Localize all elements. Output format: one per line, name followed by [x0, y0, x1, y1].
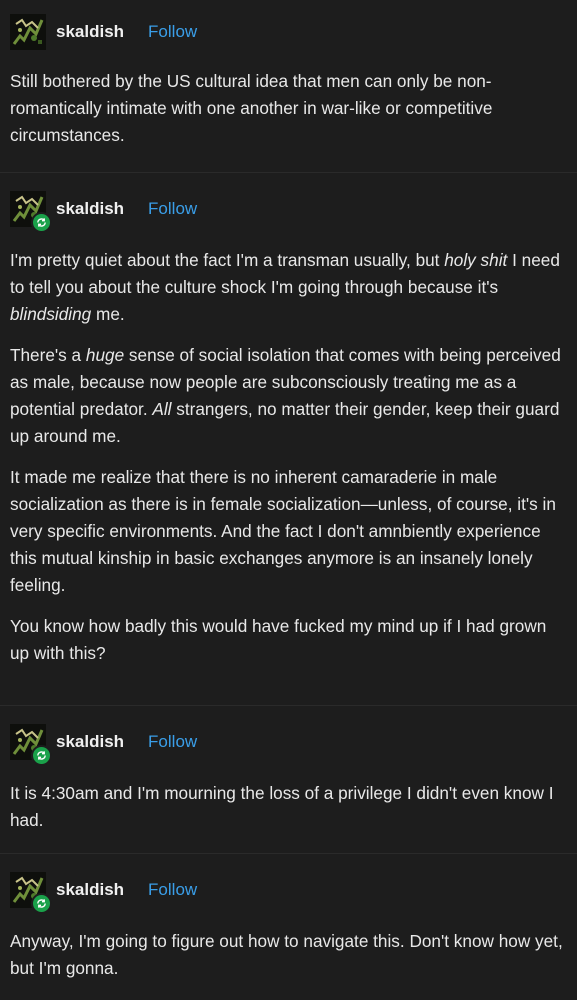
italic-text: All [152, 399, 172, 419]
avatar[interactable] [10, 14, 46, 50]
post: skaldish Follow It is 4:30am and I'm mou… [0, 706, 577, 854]
text-span: Still bothered by the US cultural idea t… [10, 71, 493, 145]
italic-text: holy shit [444, 250, 508, 270]
text-span: Anyway, I'm going to figure out how to n… [10, 931, 563, 978]
post-paragraph: It made me realize that there is no inhe… [10, 464, 563, 599]
reblog-icon [31, 745, 52, 766]
post: skaldish Follow Still bothered by the US… [0, 0, 577, 173]
post-paragraph: It is 4:30am and I'm mourning the loss o… [10, 780, 563, 834]
text-span: It is 4:30am and I'm mourning the loss o… [10, 783, 554, 830]
username[interactable]: skaldish [56, 880, 124, 900]
avatar-image [10, 14, 46, 50]
post-paragraph: You know how badly this would have fucke… [10, 613, 563, 667]
reblog-icon [31, 893, 52, 914]
text-span: I'm pretty quiet about the fact I'm a tr… [10, 250, 445, 270]
avatar[interactable] [10, 872, 52, 914]
post-paragraph: There's a huge sense of social isolation… [10, 342, 563, 450]
post-header: skaldish Follow [10, 173, 563, 245]
post-body: It is 4:30am and I'm mourning the loss o… [10, 778, 563, 834]
username[interactable]: skaldish [56, 22, 124, 42]
text-span: me. [91, 304, 125, 324]
reblog-icon [31, 212, 52, 233]
avatar[interactable] [10, 724, 52, 766]
follow-button[interactable]: Follow [148, 732, 197, 752]
post-body: Still bothered by the US cultural idea t… [10, 64, 563, 149]
post-paragraph: Still bothered by the US cultural idea t… [10, 68, 563, 149]
text-span: You know how badly this would have fucke… [10, 616, 547, 663]
post-feed: skaldish Follow Still bothered by the US… [0, 0, 577, 999]
avatar[interactable] [10, 191, 52, 233]
post-body: Anyway, I'm going to figure out how to n… [10, 926, 563, 982]
post-paragraph: Anyway, I'm going to figure out how to n… [10, 928, 563, 982]
italic-text: huge [85, 345, 125, 365]
italic-text: blindsiding [10, 304, 92, 324]
follow-button[interactable]: Follow [148, 22, 197, 42]
post-header: skaldish Follow [10, 706, 563, 778]
post-paragraph: I'm pretty quiet about the fact I'm a tr… [10, 247, 563, 328]
post: skaldish Follow Anyway, I'm going to fig… [0, 854, 577, 999]
post-header: skaldish Follow [10, 854, 563, 926]
follow-button[interactable]: Follow [148, 199, 197, 219]
post-header: skaldish Follow [10, 0, 563, 64]
username[interactable]: skaldish [56, 199, 124, 219]
follow-button[interactable]: Follow [148, 880, 197, 900]
username[interactable]: skaldish [56, 732, 124, 752]
text-span: There's a [10, 345, 86, 365]
post: skaldish Follow I'm pretty quiet about t… [0, 173, 577, 706]
post-body: I'm pretty quiet about the fact I'm a tr… [10, 245, 563, 667]
text-span: It made me realize that there is no inhe… [10, 467, 556, 595]
